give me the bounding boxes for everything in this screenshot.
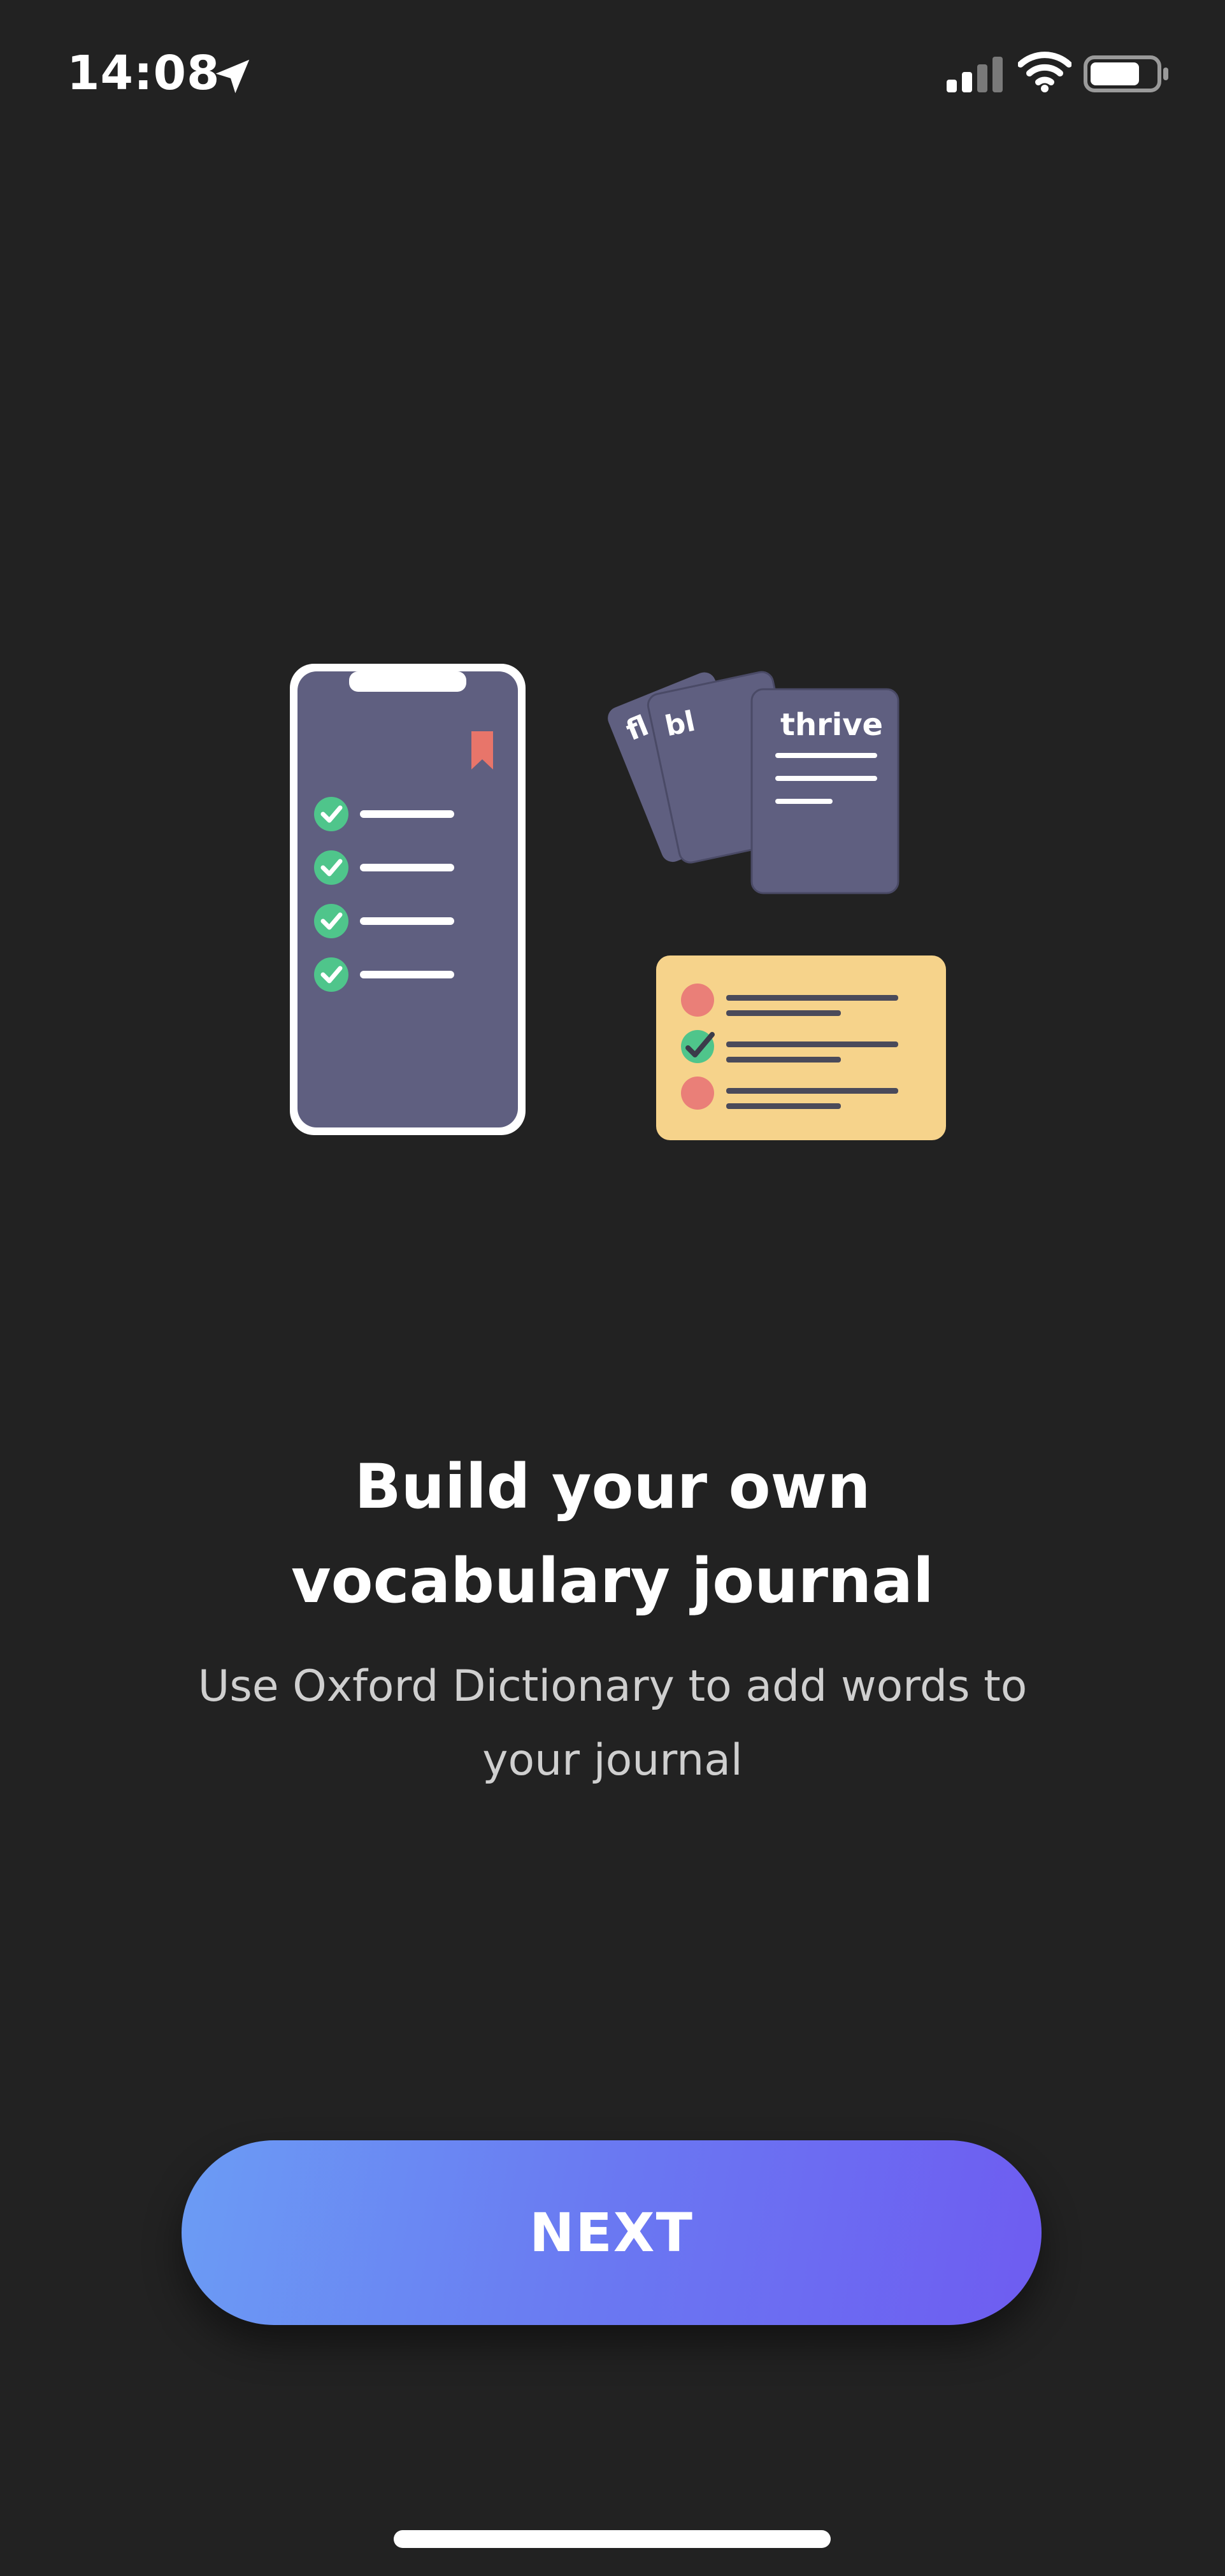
onboarding-subtitle: Use Oxford Dictionary to add words to yo…: [102, 1650, 1123, 1798]
home-indicator[interactable]: [394, 2530, 831, 2548]
onboarding-title: Build your own vocabulary journal: [0, 1440, 1225, 1628]
cellular-signal-icon: [947, 57, 1003, 92]
word-card: thrive: [750, 688, 899, 894]
svg-text:thrive: thrive: [780, 707, 883, 743]
quiz-dot-icon: [681, 1077, 714, 1110]
next-button[interactable]: NEXT: [182, 2140, 1042, 2325]
quiz-card: [656, 955, 946, 1140]
next-button-label: NEXT: [529, 2201, 694, 2264]
battery-icon: [1084, 55, 1168, 92]
wifi-icon: [1018, 52, 1071, 92]
location-arrow-icon: [215, 59, 250, 94]
journal-illustration: fl bl thrive: [290, 664, 946, 1140]
subtitle-line: your journal: [482, 1735, 743, 1785]
subtitle-line: Use Oxford Dictionary to add words to: [197, 1661, 1028, 1712]
title-line: Build your own: [354, 1451, 871, 1522]
phone-illustration: [290, 664, 526, 1135]
title-line: vocabulary journal: [291, 1545, 934, 1617]
quiz-dot-icon: [681, 984, 714, 1017]
onboarding-screen: 14:08 fl bl thrive Build your own vocabu…: [0, 0, 1225, 2576]
status-time: 14:08: [67, 46, 220, 101]
